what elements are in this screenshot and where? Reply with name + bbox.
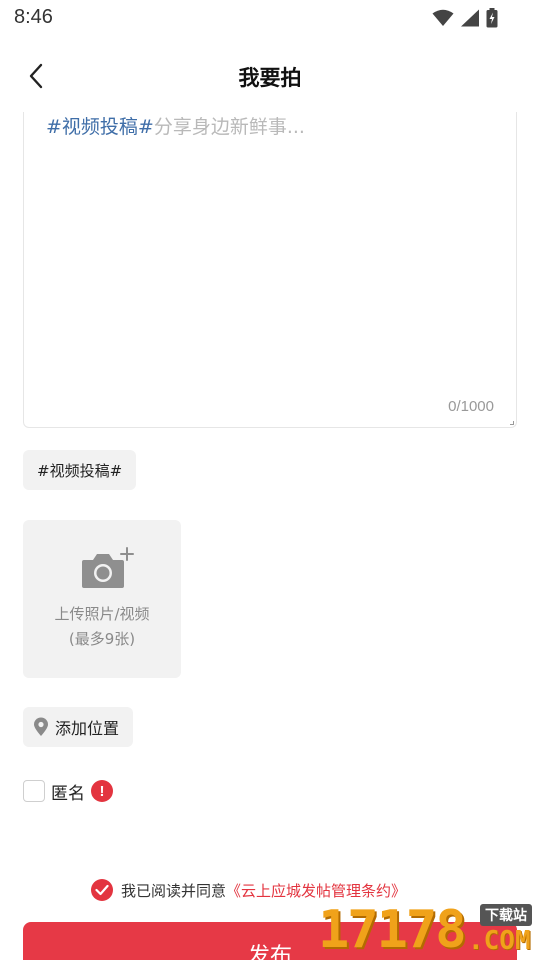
status-bar: 8:46: [0, 0, 540, 36]
upload-hint: 上传照片/视频 (最多9张): [23, 602, 181, 652]
upload-hint-line1: 上传照片/视频: [54, 605, 150, 623]
anonymous-label: 匿名: [51, 783, 85, 804]
location-pin-icon: [34, 717, 48, 736]
page-title: 我要拍: [238, 66, 302, 90]
checkmark-icon: [95, 884, 109, 896]
topic-chip-label: #视频投稿#: [37, 461, 123, 480]
status-icons: [432, 8, 498, 28]
upload-hint-line2: (最多9张): [68, 630, 136, 648]
resize-grip-icon: [510, 421, 514, 425]
add-location-button[interactable]: 添加位置: [23, 707, 134, 747]
watermark-digits: 17178: [318, 900, 467, 960]
topic-chip[interactable]: #视频投稿#: [23, 450, 137, 490]
editor-placeholder: 分享身边新鲜事...: [153, 116, 305, 138]
agreement-text: 我已阅读并同意: [121, 881, 227, 900]
upload-media-button[interactable]: 上传照片/视频 (最多9张): [23, 520, 181, 678]
nav-bar: 我要拍: [0, 44, 540, 108]
camera-add-icon: [82, 547, 134, 588]
status-time: 8:46: [14, 6, 53, 28]
publish-button-label: 发布: [247, 944, 292, 960]
character-counter: 0/1000: [448, 398, 494, 415]
editor-content[interactable]: #视频投稿#分享身边新鲜事...: [46, 114, 305, 140]
anonymous-option: 匿名 !: [23, 778, 113, 804]
battery-charging-icon: [486, 8, 498, 28]
cell-signal-icon: [461, 9, 479, 27]
wifi-icon: [432, 9, 454, 26]
editor-topic-tag: #视频投稿#: [46, 116, 154, 138]
site-watermark-logo: 17178 .COM 下载站: [318, 898, 540, 960]
watermark-badge: 下载站: [480, 904, 532, 926]
post-text-editor[interactable]: #视频投稿#分享身边新鲜事... 0/1000: [23, 112, 517, 428]
anonymous-checkbox[interactable]: [23, 780, 45, 802]
exclamation-alert-icon[interactable]: !: [91, 780, 113, 802]
watermark-domain: .COM: [468, 926, 531, 956]
add-location-label: 添加位置: [55, 719, 120, 738]
agreement-checkbox[interactable]: [91, 879, 113, 901]
